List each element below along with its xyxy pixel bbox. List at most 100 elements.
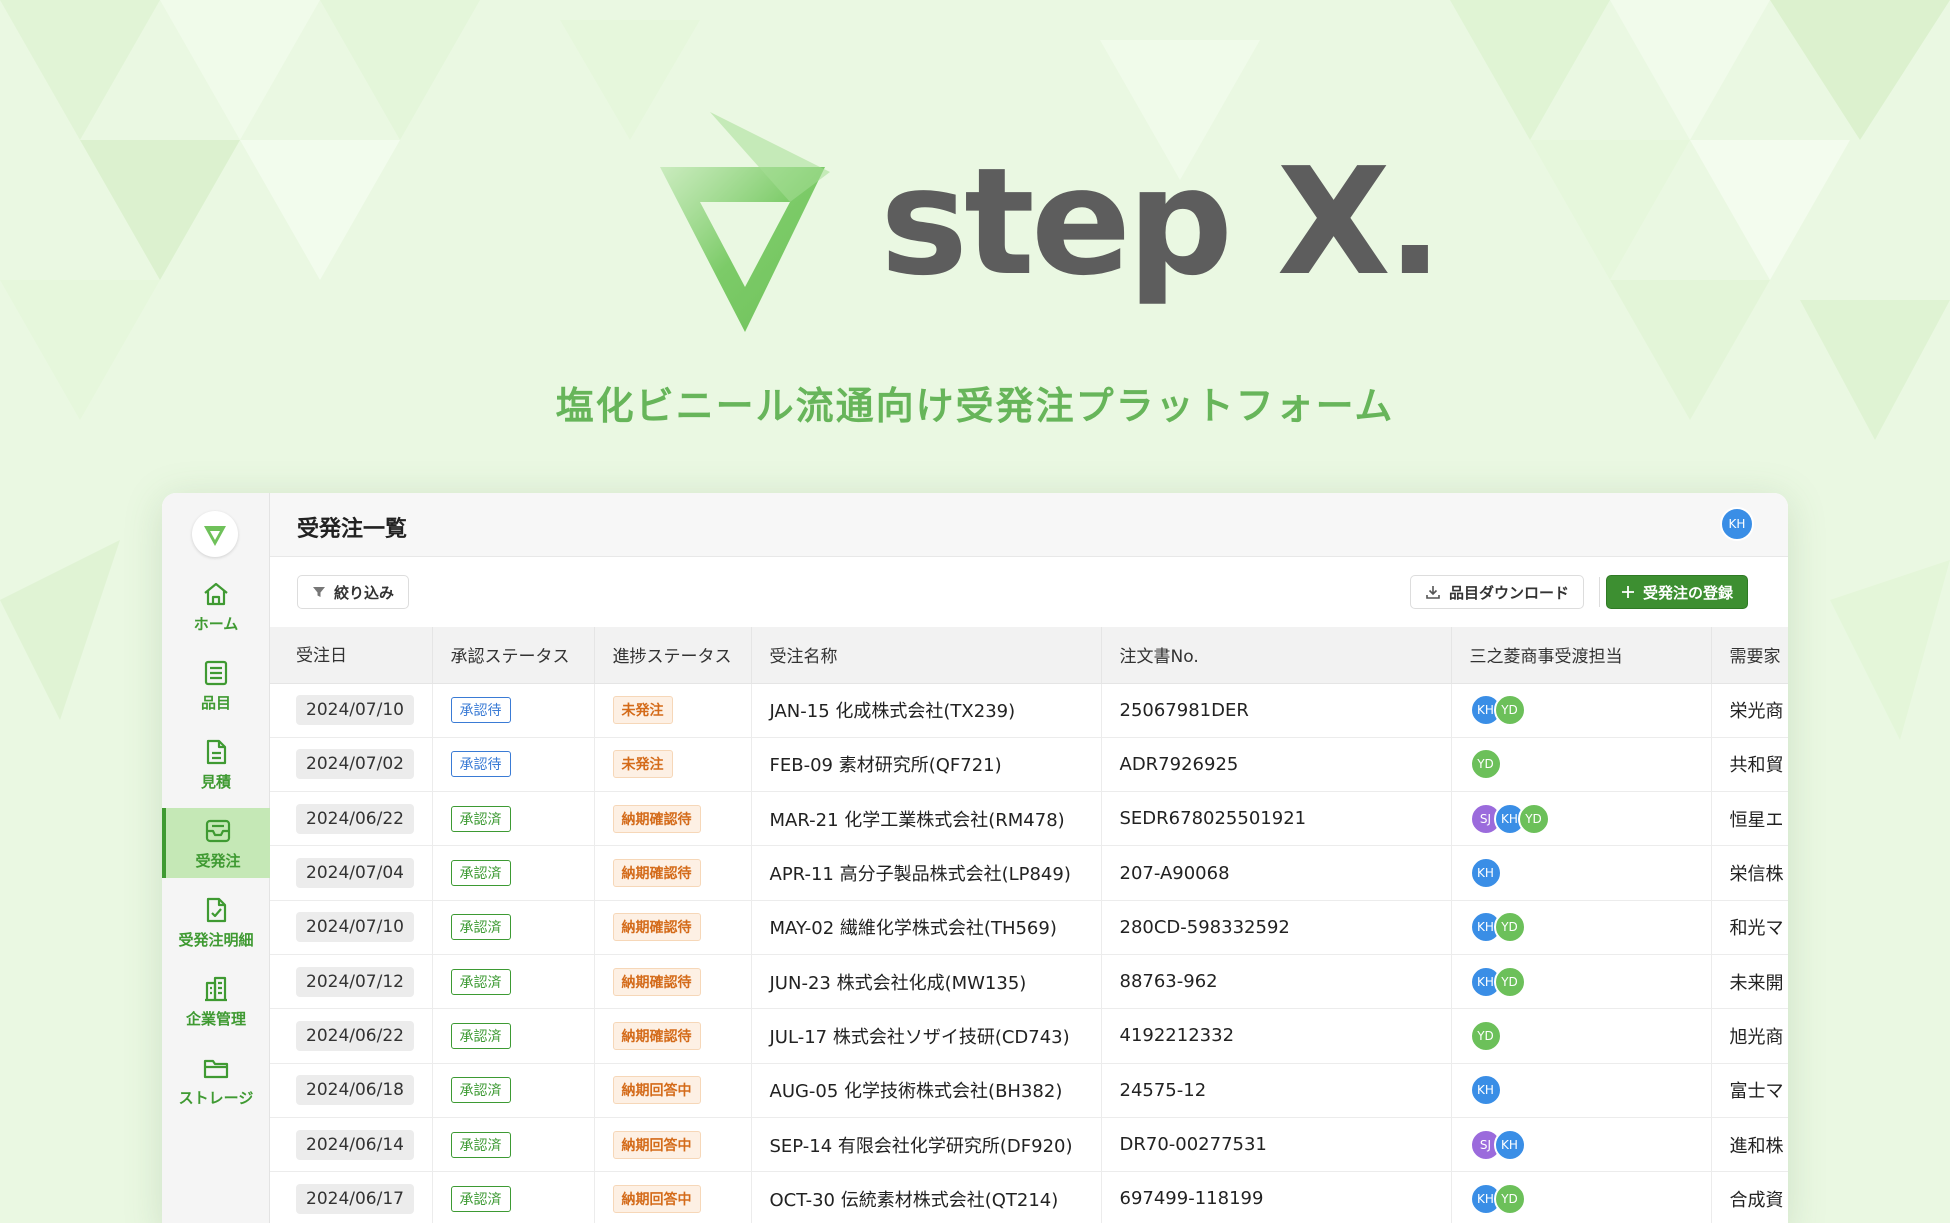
home-icon xyxy=(204,582,228,605)
filter-button[interactable]: 絞り込み xyxy=(297,575,410,609)
cell-po-number: DR70-00277531 xyxy=(1101,1117,1452,1173)
owner-avatar-group: KH YD xyxy=(1469,694,1693,727)
sidebar-item-label: ストレージ xyxy=(178,1088,254,1107)
sidebar-item-order-details[interactable]: 受発注明細 xyxy=(162,887,270,957)
order-date: 2024/07/10 xyxy=(296,695,414,726)
cell-progress-status: 納期回答中 xyxy=(594,1171,752,1223)
logo-icon xyxy=(204,526,226,546)
cell-order-name[interactable]: SEP-14 有限会社化学研究所(DF920) xyxy=(751,1117,1102,1173)
cell-customer: 恒星エ xyxy=(1711,791,1788,847)
cell-po-number: 24575-12 xyxy=(1101,1063,1452,1118)
table-row[interactable]: 2024/06/17 承認済 納期回答中 OCT-30 伝統素材株式会社(QT214)… xyxy=(270,1171,1788,1223)
column-header[interactable]: 受注日 xyxy=(270,627,433,684)
cell-progress-status: 納期回答中 xyxy=(594,1063,752,1118)
cell-order-name[interactable]: JAN-15 化成株式会社(TX239) xyxy=(751,683,1102,738)
table-row[interactable]: 2024/06/14 承認済 納期回答中 SEP-14 有限会社化学研究所(DF920… xyxy=(270,1117,1788,1173)
folder-icon xyxy=(203,1059,229,1078)
order-date: 2024/07/10 xyxy=(296,912,414,943)
sidebar-logo[interactable] xyxy=(192,511,238,557)
table-row[interactable]: 2024/06/22 承認済 納期確認待 JUL-17 株式会社ソザイ技研(CD743… xyxy=(270,1008,1788,1064)
approval-status-badge: 承認済 xyxy=(450,914,511,941)
cell-approval-status: 承認待 xyxy=(432,683,595,738)
filter-icon xyxy=(313,587,325,597)
owner-avatar[interactable]: YD xyxy=(1493,911,1526,944)
table-row[interactable]: 2024/07/02 承認待 未発注 FEB-09 素材研究所(QF721) ADR79… xyxy=(270,737,1788,793)
column-header[interactable]: 注文書No. xyxy=(1101,627,1452,684)
sidebar-item-label: 受発注 xyxy=(195,851,241,870)
cell-order-date: 2024/07/02 xyxy=(270,737,433,793)
table-row[interactable]: 2024/06/18 承認済 納期回答中 AUG-05 化学技術株式会社(BH382)… xyxy=(270,1063,1788,1118)
progress-status-badge: 納期確認待 xyxy=(612,859,701,888)
cell-owners: KH YD xyxy=(1451,900,1712,955)
column-header[interactable]: 三之菱商事受渡担当 xyxy=(1451,627,1712,684)
cell-order-name[interactable]: JUL-17 株式会社ソザイ技研(CD743) xyxy=(751,1008,1102,1064)
cell-progress-status: 納期回答中 xyxy=(594,1117,752,1173)
stepx-logo-mark xyxy=(660,112,830,332)
download-items-button[interactable]: 品目ダウンロード xyxy=(1409,575,1584,609)
owner-avatar[interactable]: YD xyxy=(1493,1182,1526,1215)
document-icon xyxy=(206,739,227,764)
owner-avatar[interactable]: KH xyxy=(1493,1128,1526,1161)
cell-order-name[interactable]: FEB-09 素材研究所(QF721) xyxy=(751,737,1102,793)
cell-order-date: 2024/06/17 xyxy=(270,1171,433,1223)
owner-avatar[interactable]: YD xyxy=(1517,802,1550,835)
cell-customer: 合成資 xyxy=(1711,1171,1788,1223)
approval-status-badge: 承認済 xyxy=(450,1131,511,1158)
cell-order-date: 2024/06/14 xyxy=(270,1117,433,1173)
cell-owners: YD xyxy=(1451,737,1712,793)
cell-progress-status: 未発注 xyxy=(594,683,752,738)
cell-order-name[interactable]: JUN-23 株式会社化成(MW135) xyxy=(751,954,1102,1010)
progress-status-badge: 未発注 xyxy=(612,696,673,725)
cell-order-name[interactable]: APR-11 高分子製品株式会社(LP849) xyxy=(751,845,1102,901)
sidebar-item-storage[interactable]: ストレージ xyxy=(162,1045,270,1115)
owner-avatar[interactable]: YD xyxy=(1493,965,1526,998)
owner-avatar[interactable]: YD xyxy=(1493,694,1526,727)
owner-avatar-group: YD xyxy=(1469,1019,1693,1052)
sidebar-item-label: 受発注明細 xyxy=(178,930,254,949)
column-header[interactable]: 需要家 xyxy=(1711,627,1788,684)
sidebar-item-quotes[interactable]: 見積 xyxy=(162,729,270,799)
cell-order-name[interactable]: MAY-02 繊維化学株式会社(TH569) xyxy=(751,900,1102,955)
cell-customer: 未来開 xyxy=(1711,954,1788,1010)
owner-avatar[interactable]: KH xyxy=(1469,1074,1502,1107)
owner-avatar[interactable]: YD xyxy=(1469,1019,1502,1052)
create-order-button[interactable]: 受発注の登録 xyxy=(1605,575,1748,609)
cell-order-name[interactable]: MAR-21 化学工業株式会社(RM478) xyxy=(751,791,1102,847)
sidebar-item-orders[interactable]: 受発注 xyxy=(162,808,270,878)
cell-order-date: 2024/06/18 xyxy=(270,1063,433,1118)
table-row[interactable]: 2024/06/22 承認済 納期確認待 MAR-21 化学工業株式会社(RM478)… xyxy=(270,791,1788,847)
sidebar-item-companies[interactable]: 企業管理 xyxy=(162,966,270,1036)
cell-progress-status: 未発注 xyxy=(594,737,752,793)
progress-status-badge: 納期回答中 xyxy=(612,1076,701,1105)
cell-owners: KH YD xyxy=(1451,954,1712,1010)
owner-avatar-group: KH xyxy=(1469,1074,1693,1107)
cell-order-name[interactable]: OCT-30 伝統素材株式会社(QT214) xyxy=(751,1171,1102,1223)
table-row[interactable]: 2024/07/10 承認済 納期確認待 MAY-02 繊維化学株式会社(TH569)… xyxy=(270,900,1788,955)
cell-po-number: 207-A90068 xyxy=(1101,845,1452,901)
table-row[interactable]: 2024/07/12 承認済 納期確認待 JUN-23 株式会社化成(MW135) 88… xyxy=(270,954,1788,1010)
sidebar-item-home[interactable]: ホーム xyxy=(162,571,270,641)
cell-approval-status: 承認済 xyxy=(432,900,595,955)
order-date: 2024/06/22 xyxy=(296,803,414,834)
cell-order-date: 2024/07/10 xyxy=(270,683,433,738)
column-header[interactable]: 進捗ステータス xyxy=(594,627,752,684)
approval-status-badge: 承認待 xyxy=(450,697,511,724)
progress-status-badge: 納期確認待 xyxy=(612,804,701,833)
owner-avatar[interactable]: KH xyxy=(1469,857,1502,890)
sidebar-item-items[interactable]: 品目 xyxy=(162,650,270,720)
hero-wordmark: step X. xyxy=(880,136,1443,308)
column-header[interactable]: 受注名称 xyxy=(751,627,1102,684)
column-header[interactable]: 承認ステータス xyxy=(432,627,595,684)
top-bar: 受発注一覧 KH xyxy=(270,493,1788,557)
owner-avatar[interactable]: YD xyxy=(1469,748,1502,781)
cell-customer: 和光マ xyxy=(1711,900,1788,955)
table-row[interactable]: 2024/07/04 承認済 納期確認待 APR-11 高分子製品株式会社(LP849… xyxy=(270,845,1788,901)
table-row[interactable]: 2024/07/10 承認待 未発注 JAN-15 化成株式会社(TX239) 2506… xyxy=(270,683,1788,738)
toolbar: 絞り込み 品目ダウンロード 受発注の登録 xyxy=(270,557,1788,627)
download-button-label: 品目ダウンロード xyxy=(1448,583,1569,602)
cell-approval-status: 承認待 xyxy=(432,737,595,793)
cell-order-name[interactable]: AUG-05 化学技術株式会社(BH382) xyxy=(751,1063,1102,1118)
cell-order-date: 2024/06/22 xyxy=(270,1008,433,1064)
user-avatar[interactable]: KH xyxy=(1720,507,1754,541)
create-button-label: 受発注の登録 xyxy=(1642,583,1733,602)
